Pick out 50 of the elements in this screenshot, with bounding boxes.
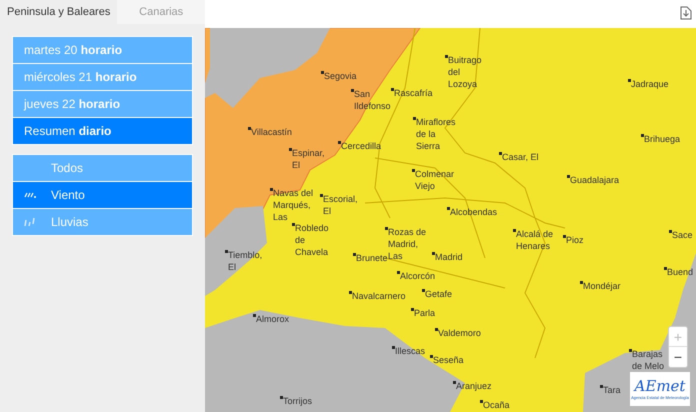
town-label: Almorox <box>256 313 290 325</box>
town-label: Alcalá de Henares <box>516 228 554 252</box>
map[interactable] <box>205 28 696 412</box>
town-label: Villacastín <box>251 126 292 138</box>
town-label: Colmenar Viejo <box>415 168 454 192</box>
town-label: Casar, El <box>502 151 539 163</box>
town-label: Navalcarnero <box>352 290 406 302</box>
town-label: Cercedilla <box>341 140 382 152</box>
town-label: Rascafría <box>394 87 433 99</box>
download-icon[interactable] <box>680 6 692 20</box>
town-label: Espinar, El <box>292 147 325 171</box>
region-tab[interactable]: Peninsula y Baleares <box>0 0 118 24</box>
town-label: Torrijos <box>283 395 312 407</box>
zoom-out-button[interactable]: − <box>669 347 687 367</box>
town-label: Miraflores de la Sierra <box>416 116 456 152</box>
town-label: Madrid <box>435 251 463 263</box>
day-option[interactable]: jueves 22 horario <box>13 91 192 117</box>
day-option[interactable]: miércoles 21 horario <box>13 64 192 90</box>
town-label: Tara <box>603 384 621 396</box>
town-label: Jadraque <box>631 78 669 90</box>
day-option[interactable]: Resumen diario <box>13 118 192 144</box>
town-label: Brunete <box>356 252 388 264</box>
rain-icon <box>24 217 36 227</box>
town-label: Robledo de Chavela <box>295 222 329 258</box>
town-label: Segovia <box>324 70 357 82</box>
town-label: Alcorcón <box>400 270 436 282</box>
town-label: Navas del Marqués, Las <box>273 187 314 223</box>
wind-icon <box>24 191 36 199</box>
town-label: Brihuega <box>644 133 680 145</box>
town-label: Getafe <box>425 288 452 300</box>
town-label: Guadalajara <box>570 174 620 186</box>
town-label: Pioz <box>566 234 584 246</box>
day-option[interactable]: martes 20 horario <box>13 37 192 63</box>
town-label: Valdemoro <box>438 327 481 339</box>
phenomenon-option[interactable]: Viento <box>13 182 192 208</box>
logo-text: AEmet <box>634 378 686 394</box>
town-label: Seseña <box>433 354 464 366</box>
town-label: Rozas de Madrid, Las <box>388 226 426 262</box>
phenomenon-option[interactable]: Todos <box>13 155 192 181</box>
town-label: Escorial, El <box>323 193 358 217</box>
town-label: Ocaña <box>483 399 510 411</box>
town-label: Mondéjar <box>583 280 621 292</box>
town-label: San Ildefonso <box>354 88 391 112</box>
town-label: Barajas de Melo <box>632 348 664 372</box>
zoom-in-button[interactable]: + <box>669 327 687 347</box>
town-label: Alcobendas <box>450 206 498 218</box>
town-label: Sace <box>672 229 693 241</box>
phenomenon-option[interactable]: Lluvias <box>13 209 192 235</box>
town-label: Buitrago del Lozoya <box>448 54 482 90</box>
town-label: Parla <box>414 307 436 319</box>
